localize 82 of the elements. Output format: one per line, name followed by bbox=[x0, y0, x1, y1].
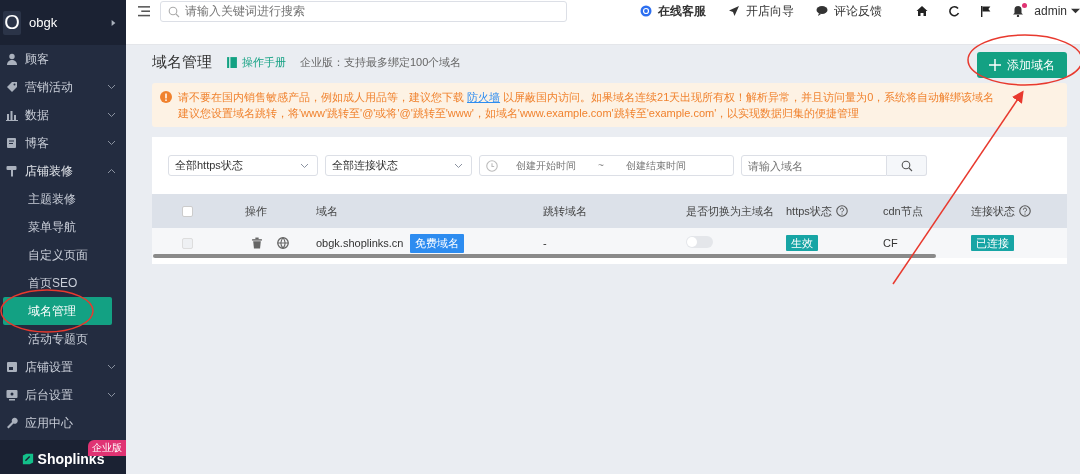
column-header: 是否切换为主域名 bbox=[686, 203, 774, 219]
chevron-down-icon bbox=[454, 162, 463, 169]
sidebar-item[interactable]: 店铺设置 bbox=[0, 353, 126, 381]
column-header: 操作 bbox=[245, 203, 267, 219]
document-icon bbox=[6, 137, 18, 149]
refresh-icon bbox=[948, 5, 961, 17]
start-date-input[interactable]: 创建开始时间 bbox=[504, 159, 588, 172]
bell-icon bbox=[1012, 5, 1025, 17]
bar-chart-icon bbox=[6, 109, 18, 121]
chevron-down-icon bbox=[107, 392, 116, 398]
header-link[interactable]: 在线客服 bbox=[640, 2, 707, 20]
status-tag: 已连接 bbox=[971, 234, 1014, 251]
table-cell: - bbox=[543, 237, 547, 249]
header-link[interactable]: 评论反馈 bbox=[816, 2, 883, 20]
sidebar-item[interactable]: 营销活动 bbox=[0, 73, 126, 101]
paper-plane-icon bbox=[728, 5, 741, 17]
search-icon bbox=[900, 159, 913, 172]
header-link[interactable]: 开店向导 bbox=[728, 2, 795, 20]
menu-icon bbox=[138, 5, 150, 17]
store-name: obgk bbox=[29, 15, 59, 30]
table-cell: obgk.shoplinks.cn bbox=[316, 237, 404, 249]
home-icon bbox=[916, 5, 929, 17]
end-date-input[interactable]: 创建结束时间 bbox=[613, 159, 698, 172]
warning-icon bbox=[160, 91, 172, 103]
column-header: cdn节点 bbox=[883, 203, 923, 219]
notice-text: 请不要在国内销售敏感产品，例如成人用品等，建议您下载 防火墙 以屏蔽国内访问。如果域名连续21天出现所有权！解析异常，并且访问量为0，系统将自动解绑该域名 bbox=[178, 90, 995, 105]
edition-badge: 企业版 bbox=[88, 440, 126, 456]
sidebar-subitem[interactable]: 活动专题页 bbox=[3, 325, 112, 353]
book-icon bbox=[226, 56, 238, 68]
date-range-picker[interactable]: 创建开始时间 ~ 创建结束时间 bbox=[479, 155, 734, 176]
search-icon bbox=[168, 5, 180, 18]
column-header: https状态 bbox=[786, 203, 832, 219]
sidebar-item[interactable]: 店铺装修 bbox=[0, 157, 126, 185]
speech-bubble-icon bbox=[816, 5, 829, 17]
search-button[interactable] bbox=[887, 155, 927, 176]
flag-icon bbox=[980, 5, 993, 17]
store-logo: O bbox=[3, 10, 21, 35]
tag-icon bbox=[6, 81, 18, 93]
range-separator: ~ bbox=[598, 160, 604, 171]
dropdown[interactable]: 全部https状态 bbox=[168, 155, 318, 176]
free-domain-tag: 免费域名 bbox=[410, 233, 465, 253]
search-field[interactable]: 请输入关键词进行搜索 bbox=[160, 0, 567, 22]
user-menu[interactable]: admin bbox=[1034, 4, 1080, 18]
globe-icon bbox=[277, 237, 289, 249]
select-all-checkbox[interactable] bbox=[182, 205, 193, 217]
person-icon bbox=[6, 53, 18, 65]
chevron-up-icon bbox=[107, 168, 116, 174]
chevron-down-icon bbox=[107, 84, 116, 90]
sidebar-item[interactable]: 顾客 bbox=[0, 45, 126, 73]
dropdown[interactable]: 全部连接状态 bbox=[325, 155, 472, 176]
chevron-down-icon bbox=[107, 364, 116, 370]
chevron-down-icon bbox=[107, 112, 116, 118]
column-header: 跳转域名 bbox=[543, 203, 587, 219]
notice-text: 建议您设置域名跳转，将'www'跳转至'@'或将'@'跳转至'www'，如域名'www.example.com'跳转至'example.com'，以实现数据归集的便捷管理 bbox=[178, 106, 861, 121]
status-tag: 生效 bbox=[786, 234, 818, 251]
sidebar-item[interactable]: 后台设置 bbox=[0, 381, 126, 409]
column-header: 域名 bbox=[316, 203, 338, 219]
monitor-icon bbox=[6, 389, 18, 401]
chevron-down-icon bbox=[300, 162, 309, 169]
wrench-icon bbox=[6, 417, 18, 429]
horizontal-scrollbar[interactable] bbox=[153, 254, 936, 258]
edition-note: 企业版：支持最多绑定100个域名 bbox=[300, 54, 462, 70]
caret-down-icon bbox=[1071, 8, 1080, 14]
sidebar-subitem[interactable]: 首页SEO bbox=[3, 269, 112, 297]
brand-logo-icon bbox=[21, 453, 34, 465]
page-title: 域名管理 bbox=[152, 52, 212, 72]
sidebar-item[interactable]: 博客 bbox=[0, 129, 126, 157]
column-header: 连接状态 bbox=[971, 203, 1015, 219]
table-cell: CF bbox=[883, 237, 898, 249]
paint-roller-icon bbox=[6, 165, 18, 177]
sidebar-subitem[interactable]: 主题装修 bbox=[3, 185, 112, 213]
caret-right-icon bbox=[109, 19, 118, 26]
domain-search-field[interactable]: 请输入域名 bbox=[741, 155, 887, 176]
sidebar-subitem[interactable]: 自定义页面 bbox=[3, 241, 112, 269]
chevron-down-icon bbox=[107, 140, 116, 146]
store-icon bbox=[6, 361, 18, 373]
sidebar-subitem[interactable]: 菜单导航 bbox=[3, 213, 112, 241]
trash-icon bbox=[251, 237, 263, 249]
sidebar-item[interactable]: 应用中心 bbox=[0, 409, 126, 437]
sidebar-item[interactable]: 数据 bbox=[0, 101, 126, 129]
plus-icon bbox=[989, 59, 1001, 71]
clock-icon bbox=[486, 159, 498, 172]
